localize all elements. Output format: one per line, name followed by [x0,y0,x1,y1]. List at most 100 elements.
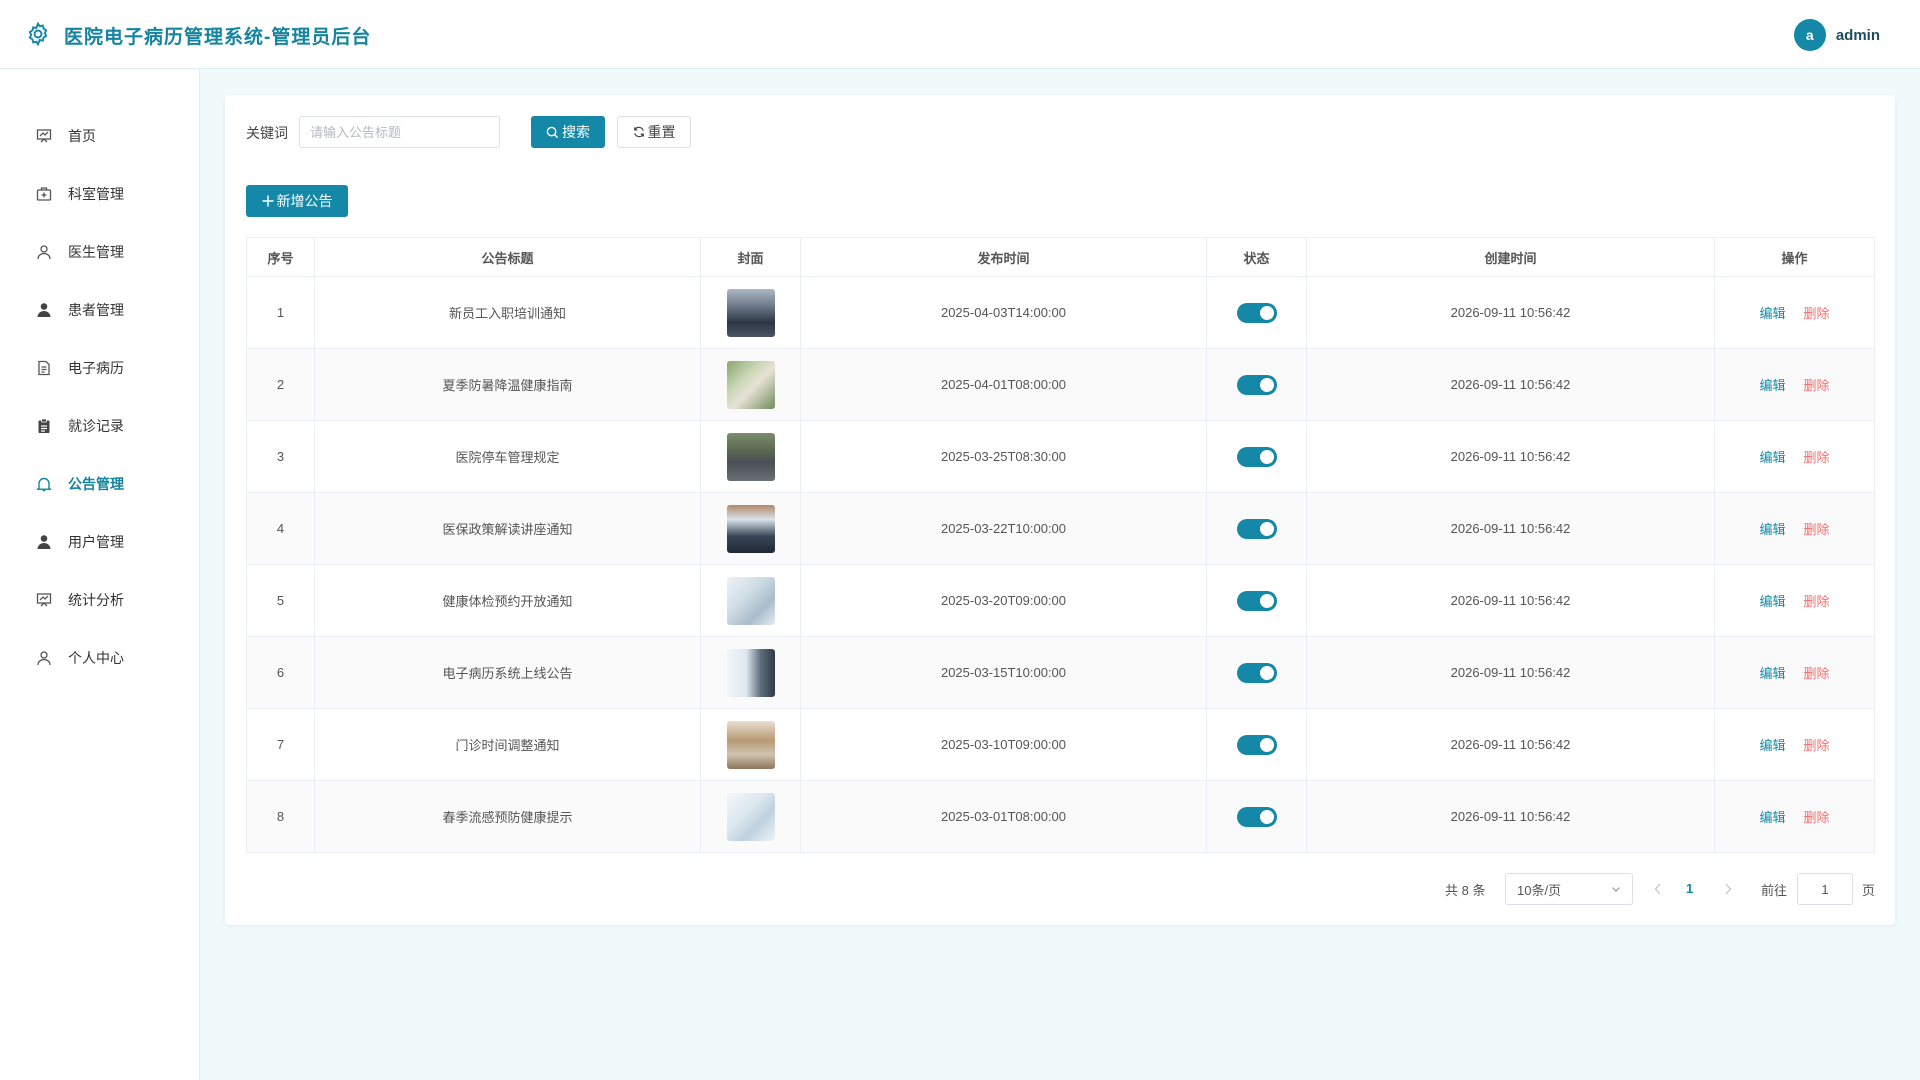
search-input[interactable] [299,116,500,148]
cover-thumbnail[interactable] [726,432,775,481]
row-index: 6 [246,636,315,709]
goto-page-input[interactable] [1797,873,1853,905]
table-row: 7 门诊时间调整通知 2025-03-10T09:00:00 2026-09-1… [246,708,1875,781]
search-button[interactable]: 搜索 [531,116,605,148]
refresh-icon [633,126,644,138]
edit-button[interactable]: 编辑 [1759,522,1785,537]
clipboard-icon [35,417,53,435]
delete-button[interactable]: 删除 [1804,522,1830,537]
next-page-button[interactable] [1722,881,1734,897]
page-size-value: 10条/页 [1517,882,1562,898]
search-button-label: 搜索 [562,124,590,140]
add-announcement-button[interactable]: 新增公告 [246,185,348,217]
row-index: 4 [246,492,315,565]
cover-thumbnail[interactable] [726,720,775,769]
sidebar-item-medical-records[interactable]: 电子病历 [0,348,199,388]
row-created-time: 2026-09-11 10:56:42 [1306,780,1715,853]
status-toggle[interactable] [1236,374,1277,395]
user-filled-icon [35,301,53,319]
delete-button[interactable]: 删除 [1804,306,1830,321]
sidebar-item-label: 就诊记录 [68,418,124,434]
sidebar-item-label: 医生管理 [68,244,124,260]
sidebar-item-profile[interactable]: 个人中心 [0,638,199,678]
status-toggle[interactable] [1236,734,1277,755]
delete-button[interactable]: 删除 [1804,378,1830,393]
table-row: 1 新员工入职培训通知 2025-04-03T14:00:00 2026-09-… [246,276,1875,349]
sidebar-item-home[interactable]: 首页 [0,116,199,156]
delete-button[interactable]: 删除 [1804,738,1830,753]
status-toggle[interactable] [1236,518,1277,539]
avatar[interactable]: a [1793,19,1826,51]
sidebar-item-label: 科室管理 [68,186,124,202]
sidebar-item-users[interactable]: 用户管理 [0,522,199,562]
row-publish-time: 2025-03-22T10:00:00 [800,492,1207,565]
edit-button[interactable]: 编辑 [1759,378,1785,393]
status-toggle[interactable] [1236,446,1277,467]
table-header-row: 序号 公告标题 封面 发布时间 状态 创建时间 操作 [246,237,1875,277]
status-toggle[interactable] [1236,806,1277,827]
username[interactable]: admin [1836,27,1880,44]
edit-button[interactable]: 编辑 [1759,306,1785,321]
row-created-time: 2026-09-11 10:56:42 [1306,564,1715,637]
edit-button[interactable]: 编辑 [1759,450,1785,465]
row-title: 春季流感预防健康提示 [314,780,701,853]
table-row: 5 健康体检预约开放通知 2025-03-20T09:00:00 2026-09… [246,564,1875,637]
page-size-select[interactable]: 10条/页 [1505,873,1633,905]
cover-thumbnail[interactable] [726,792,775,841]
row-index: 8 [246,780,315,853]
sidebar-item-patients[interactable]: 患者管理 [0,290,199,330]
sidebar-item-statistics[interactable]: 统计分析 [0,580,199,620]
user-menu[interactable]: a admin [1793,19,1880,51]
row-publish-time: 2025-03-20T09:00:00 [800,564,1207,637]
announcement-table: 序号 公告标题 封面 发布时间 状态 创建时间 操作 1 新员工入职培训通知 2… [246,237,1875,853]
sidebar-item-departments[interactable]: 科室管理 [0,174,199,214]
search-icon [546,126,559,138]
reset-button-label: 重置 [647,124,676,140]
edit-button[interactable]: 编辑 [1759,594,1785,609]
cover-thumbnail[interactable] [726,360,775,409]
delete-button[interactable]: 删除 [1804,594,1830,609]
delete-button[interactable]: 删除 [1804,666,1830,681]
presentation-icon [35,127,53,145]
sidebar-item-doctors[interactable]: 医生管理 [0,232,199,272]
delete-button[interactable]: 删除 [1804,450,1830,465]
reset-button[interactable]: 重置 [617,116,691,148]
status-toggle[interactable] [1236,590,1277,611]
row-created-time: 2026-09-11 10:56:42 [1306,492,1715,565]
sidebar-item-label: 首页 [68,128,96,144]
sidebar-item-label: 用户管理 [68,534,124,550]
medical-kit-icon [35,185,53,203]
sidebar-item-visit-records[interactable]: 就诊记录 [0,406,199,446]
sidebar-item-label: 统计分析 [68,592,124,608]
gear-icon [28,21,48,47]
row-title: 医院停车管理规定 [314,420,701,493]
plus-icon [262,195,273,207]
current-page-number[interactable]: 1 [1686,881,1693,896]
delete-button[interactable]: 删除 [1804,810,1830,825]
edit-button[interactable]: 编辑 [1759,810,1785,825]
row-index: 5 [246,564,315,637]
status-toggle[interactable] [1236,662,1277,683]
bell-icon [35,475,53,493]
cover-thumbnail[interactable] [726,576,775,625]
row-index: 1 [246,276,315,349]
row-index: 3 [246,420,315,493]
sidebar-item-label: 电子病历 [68,360,124,376]
user-filled-icon [35,533,53,551]
cover-thumbnail[interactable] [726,288,775,337]
cover-thumbnail[interactable] [726,648,775,697]
row-title: 健康体检预约开放通知 [314,564,701,637]
edit-button[interactable]: 编辑 [1759,738,1785,753]
row-title: 电子病历系统上线公告 [314,636,701,709]
row-title: 新员工入职培训通知 [314,276,701,349]
presentation-icon [35,591,53,609]
app-title: 医院电子病历管理系统-管理员后台 [64,27,372,48]
edit-button[interactable]: 编辑 [1759,666,1785,681]
row-publish-time: 2025-04-01T08:00:00 [800,348,1207,421]
cover-thumbnail[interactable] [726,504,775,553]
status-toggle[interactable] [1236,302,1277,323]
sidebar-item-announcements[interactable]: 公告管理 [0,464,199,504]
row-created-time: 2026-09-11 10:56:42 [1306,348,1715,421]
prev-page-button[interactable] [1652,881,1664,897]
table-row: 8 春季流感预防健康提示 2025-03-01T08:00:00 2026-09… [246,780,1875,853]
